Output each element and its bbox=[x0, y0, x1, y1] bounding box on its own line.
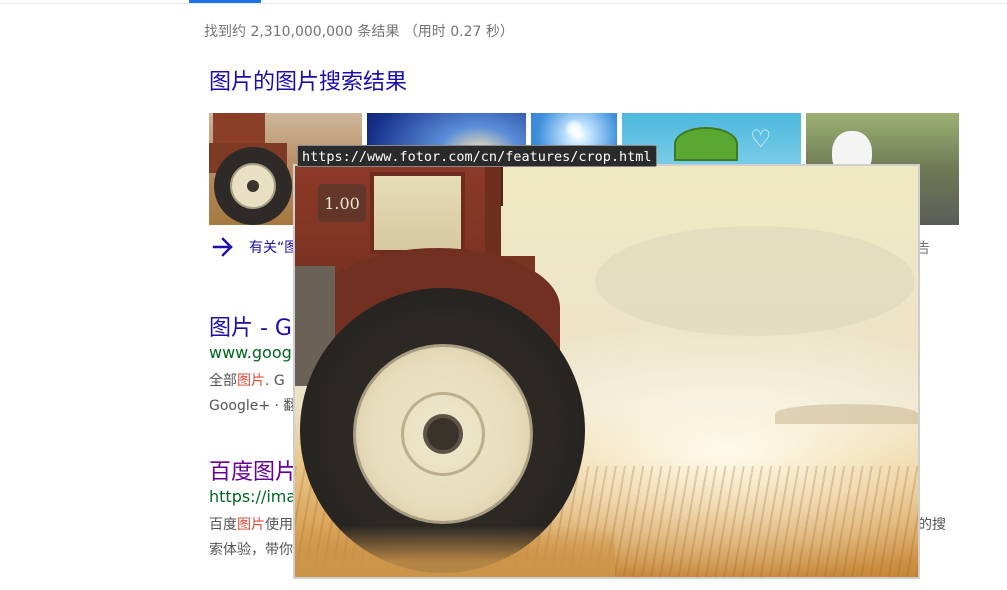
result-title[interactable]: 图片 - Go bbox=[209, 310, 305, 342]
snippet-text: . G bbox=[265, 373, 285, 389]
more-images-text: 有关“图 bbox=[249, 240, 299, 256]
arrow-right-icon bbox=[212, 237, 233, 257]
tractor-hub bbox=[423, 414, 463, 454]
tractor-window bbox=[370, 172, 465, 254]
snippet-highlight: 图片 bbox=[237, 517, 265, 533]
preview-hills bbox=[775, 404, 918, 424]
result-snippet: 全部图片. G bbox=[209, 370, 285, 390]
heart-icon: ♡ bbox=[750, 125, 772, 153]
snippet-highlight: 图片 bbox=[237, 373, 265, 389]
snippet-text: 全部 bbox=[209, 373, 237, 389]
tractor-hub-shape bbox=[247, 180, 259, 192]
result-snippet: 索体验，带你 bbox=[209, 542, 293, 558]
result-stats: 找到约 2,310,000,000 条结果 （用时 0.27 秒） bbox=[204, 24, 514, 40]
result-snippet: 百度图片使用 bbox=[209, 514, 293, 534]
result-title[interactable]: 百度图片 bbox=[209, 454, 297, 486]
result-url[interactable]: www.googl bbox=[209, 343, 296, 362]
image-results-heading[interactable]: 图片的图片搜索结果 bbox=[209, 64, 407, 96]
more-images-link[interactable]: 有关“图 bbox=[212, 236, 298, 258]
snippet-text: 使用 bbox=[265, 517, 293, 533]
result-snippet: Google+ · 翻 bbox=[209, 398, 298, 414]
result-url[interactable]: https://imag bbox=[209, 487, 306, 506]
image-preview-popup[interactable]: 1.00 bbox=[293, 164, 920, 579]
zoom-level-badge: 1.00 bbox=[318, 184, 366, 222]
active-tab-indicator bbox=[189, 0, 261, 3]
header-divider bbox=[0, 3, 1007, 4]
sun-glow bbox=[564, 119, 584, 139]
umbrella-shape bbox=[674, 127, 738, 161]
preview-straw bbox=[295, 526, 615, 577]
tractor-cab-shape bbox=[213, 113, 265, 145]
url-tooltip: https://www.fotor.com/cn/features/crop.h… bbox=[297, 145, 657, 167]
result-snippet-tail: 的搜 bbox=[918, 517, 946, 533]
snippet-text: 百度 bbox=[209, 517, 237, 533]
preview-haze bbox=[595, 226, 915, 336]
